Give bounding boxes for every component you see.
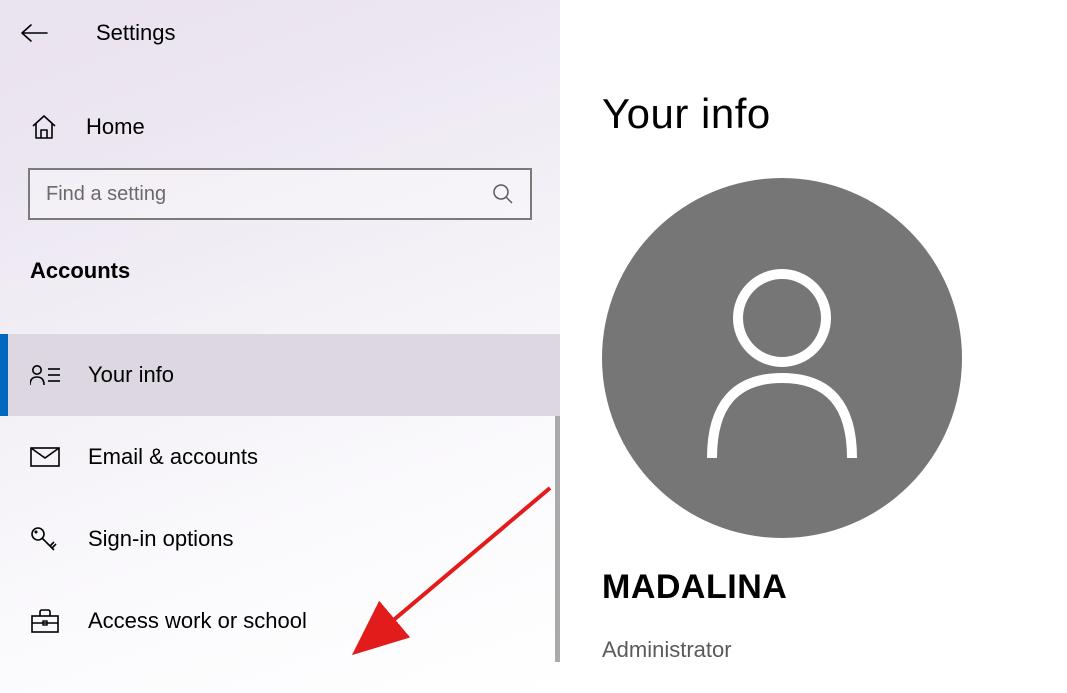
search-icon — [492, 183, 514, 205]
back-arrow-icon[interactable] — [20, 23, 48, 43]
page-heading: Your info — [602, 90, 1067, 138]
avatar — [602, 178, 962, 538]
nav-label: Access work or school — [88, 608, 307, 634]
search-box[interactable] — [28, 168, 532, 220]
sidebar: Settings Home Accounts — [0, 0, 560, 693]
window-title: Settings — [96, 20, 176, 46]
nav-item-sign-in-options[interactable]: Sign-in options — [0, 498, 560, 580]
home-nav[interactable]: Home — [0, 114, 560, 140]
user-role: Administrator — [602, 637, 1067, 663]
nav-item-your-info[interactable]: Your info — [0, 334, 560, 416]
main-content: Your info MADALINA Administrator — [560, 0, 1067, 693]
person-icon — [682, 248, 882, 468]
user-name: MADALINA — [602, 568, 1067, 607]
nav-label: Sign-in options — [88, 526, 234, 552]
nav-label: Your info — [88, 362, 174, 388]
briefcase-icon — [30, 609, 60, 633]
section-heading: Accounts — [0, 220, 560, 284]
nav-list: Your info Email & accounts Sign-in optio… — [0, 334, 560, 662]
envelope-icon — [30, 447, 60, 467]
nav-item-email-accounts[interactable]: Email & accounts — [0, 416, 560, 498]
search-container — [28, 168, 532, 220]
nav-label: Email & accounts — [88, 444, 258, 470]
nav-item-access-work-school[interactable]: Access work or school — [0, 580, 560, 662]
key-icon — [30, 526, 60, 552]
home-label: Home — [86, 114, 145, 140]
search-input[interactable] — [46, 183, 492, 206]
home-icon — [30, 114, 58, 140]
user-list-icon — [30, 363, 60, 387]
header-row: Settings — [0, 0, 560, 46]
